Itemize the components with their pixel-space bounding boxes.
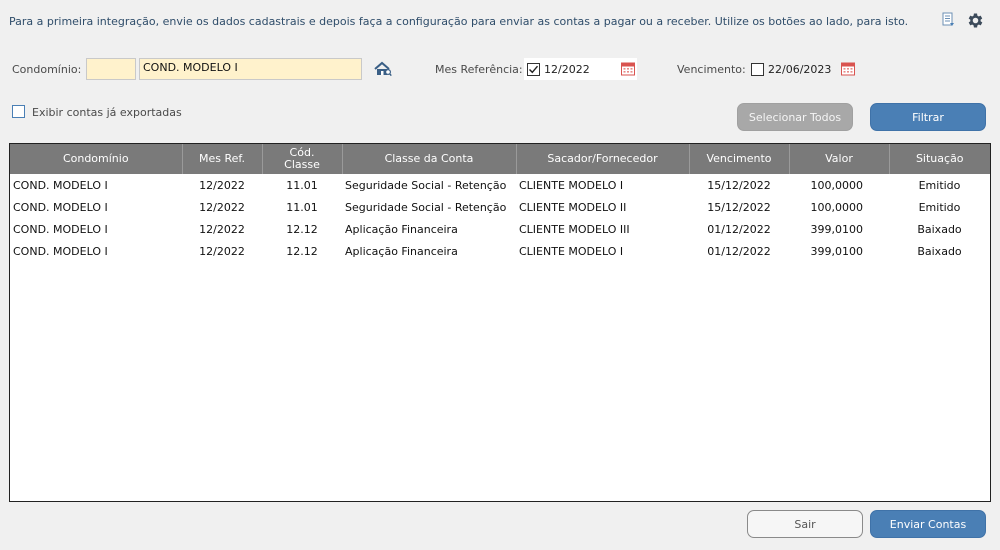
accounts-table: Condomínio Mes Ref. Cód. Classe Classe d… bbox=[9, 143, 991, 502]
cell-valor: 399,0100 bbox=[810, 244, 864, 258]
cell-situacao: Baixado bbox=[917, 244, 962, 258]
cell-classe-conta: Seguridade Social - Retenção bbox=[345, 178, 507, 192]
mes-referencia-value: 12/2022 bbox=[544, 63, 590, 76]
cell-sacador: CLIENTE MODELO I bbox=[519, 178, 624, 192]
column-header-sacador[interactable]: Sacador/Fornecedor bbox=[516, 144, 690, 174]
mes-referencia-label: Mes Referência: bbox=[435, 63, 523, 76]
gear-icon[interactable] bbox=[966, 11, 985, 33]
cell-cod-classe: 11.01 bbox=[286, 200, 318, 214]
condominio-label: Condomínio: bbox=[12, 63, 82, 76]
cell-classe-conta: Aplicação Financeira bbox=[345, 222, 458, 236]
cell-vencimento: 01/12/2022 bbox=[707, 222, 771, 236]
cell-condominio: COND. MODELO I bbox=[13, 244, 108, 258]
column-header-classe-conta[interactable]: Classe da Conta bbox=[342, 144, 517, 174]
house-search-icon[interactable] bbox=[374, 61, 392, 80]
cell-sacador: CLIENTE MODELO II bbox=[519, 200, 627, 214]
selecionar-todos-button[interactable]: Selecionar Todos bbox=[737, 103, 853, 131]
cell-classe-conta: Aplicação Financeira bbox=[345, 244, 458, 258]
cell-mes-ref: 12/2022 bbox=[199, 200, 245, 214]
vencimento-checkbox[interactable] bbox=[751, 63, 764, 76]
column-header-valor[interactable]: Valor bbox=[789, 144, 890, 174]
table-row[interactable]: COND. MODELO I 12/2022 11.01 Seguridade … bbox=[10, 174, 990, 196]
cell-condominio: COND. MODELO I bbox=[13, 200, 108, 214]
cell-classe-conta: Seguridade Social - Retenção bbox=[345, 200, 507, 214]
mes-referencia-checkbox[interactable] bbox=[527, 63, 540, 76]
cell-valor: 100,0000 bbox=[810, 178, 864, 192]
vencimento-value: 22/06/2023 bbox=[768, 63, 832, 76]
enviar-contas-button[interactable]: Enviar Contas bbox=[870, 510, 986, 538]
exibir-exportadas-checkbox[interactable] bbox=[12, 105, 25, 118]
cell-sacador: CLIENTE MODELO III bbox=[519, 222, 630, 236]
calendar-icon[interactable] bbox=[621, 61, 635, 79]
column-header-situacao[interactable]: Situação bbox=[889, 144, 990, 174]
cell-situacao: Baixado bbox=[917, 222, 962, 236]
table-row[interactable]: COND. MODELO I 12/2022 11.01 Seguridade … bbox=[10, 196, 990, 218]
table-row[interactable]: COND. MODELO I 12/2022 12.12 Aplicação F… bbox=[10, 218, 990, 240]
sair-button[interactable]: Sair bbox=[747, 510, 863, 538]
exibir-exportadas-label: Exibir contas já exportadas bbox=[32, 106, 182, 119]
info-text: Para a primeira integração, envie os dad… bbox=[9, 15, 909, 28]
cell-valor: 399,0100 bbox=[810, 222, 864, 236]
cell-mes-ref: 12/2022 bbox=[199, 222, 245, 236]
cell-vencimento: 01/12/2022 bbox=[707, 244, 771, 258]
cell-mes-ref: 12/2022 bbox=[199, 244, 245, 258]
column-header-cod-classe[interactable]: Cód. Classe bbox=[262, 144, 343, 174]
cell-sacador: CLIENTE MODELO I bbox=[519, 244, 624, 258]
filtrar-button[interactable]: Filtrar bbox=[870, 103, 986, 131]
cell-situacao: Emitido bbox=[918, 178, 961, 192]
table-row[interactable]: COND. MODELO I 12/2022 12.12 Aplicação F… bbox=[10, 240, 990, 262]
cell-cod-classe: 12.12 bbox=[286, 222, 318, 236]
column-header-condominio[interactable]: Condomínio bbox=[10, 144, 183, 174]
cell-vencimento: 15/12/2022 bbox=[707, 200, 771, 214]
cell-condominio: COND. MODELO I bbox=[13, 222, 108, 236]
cell-situacao: Emitido bbox=[918, 200, 961, 214]
cell-mes-ref: 12/2022 bbox=[199, 178, 245, 192]
column-header-vencimento[interactable]: Vencimento bbox=[689, 144, 790, 174]
condominio-code-field[interactable] bbox=[86, 58, 136, 80]
document-icon[interactable] bbox=[941, 12, 955, 31]
column-header-mes-ref[interactable]: Mes Ref. bbox=[182, 144, 263, 174]
condominio-name-field[interactable]: COND. MODELO I bbox=[139, 58, 362, 80]
cell-cod-classe: 11.01 bbox=[286, 178, 318, 192]
cell-valor: 100,0000 bbox=[810, 200, 864, 214]
table-header-row: Condomínio Mes Ref. Cód. Classe Classe d… bbox=[10, 144, 990, 174]
calendar-icon[interactable] bbox=[841, 61, 855, 79]
vencimento-label: Vencimento: bbox=[677, 63, 746, 76]
cell-cod-classe: 12.12 bbox=[286, 244, 318, 258]
cell-condominio: COND. MODELO I bbox=[13, 178, 108, 192]
cell-vencimento: 15/12/2022 bbox=[707, 178, 771, 192]
